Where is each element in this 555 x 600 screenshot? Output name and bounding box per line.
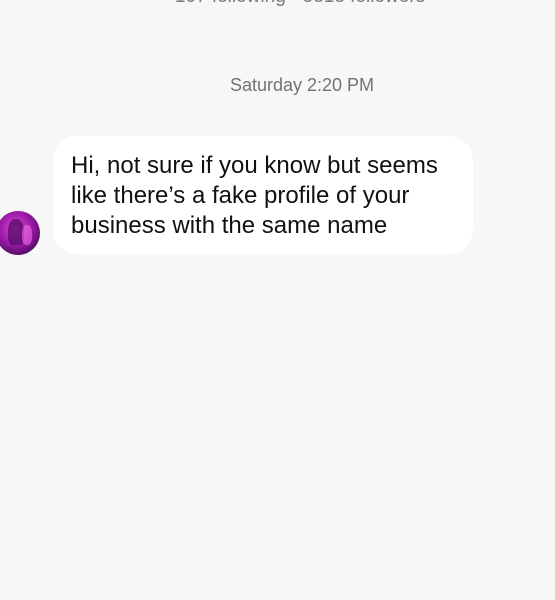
message-timestamp: Saturday 2:20 PM xyxy=(229,75,375,95)
sender-avatar[interactable] xyxy=(0,211,40,255)
avatar-highlight xyxy=(22,225,32,245)
incoming-message-bubble[interactable]: Hi, not sure if you know but seems like … xyxy=(53,136,473,254)
profile-stats: 107 following · 5818 followers xyxy=(0,0,555,8)
message-text: Hi, not sure if you know but seems like … xyxy=(71,152,438,239)
